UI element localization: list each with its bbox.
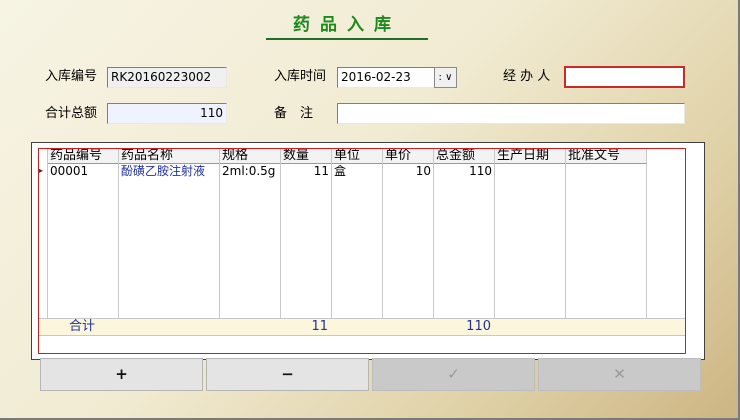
- in-no-field[interactable]: RK20160223002: [107, 67, 227, 88]
- handler-field[interactable]: [564, 66, 685, 88]
- col-header-price[interactable]: 单价: [383, 148, 433, 164]
- total-label: 合计总额: [45, 106, 98, 121]
- table-cell-prod-date[interactable]: [495, 164, 565, 178]
- in-time-label: 入库时间: [274, 69, 327, 84]
- col-header-name[interactable]: 药品名称: [119, 148, 219, 164]
- stock-in-window: 药品入库 入库编号 RK20160223002 入库时间 2016-02-23 …: [0, 0, 740, 420]
- col-header-code[interactable]: 药品编号: [48, 148, 118, 164]
- remark-field[interactable]: [337, 103, 685, 124]
- table-cell-unit[interactable]: 盒: [332, 164, 382, 178]
- form-title: 药品入库: [293, 15, 401, 35]
- table-cell-name[interactable]: 酚磺乙胺注射液: [119, 164, 219, 178]
- summary-qty: 11: [311, 319, 328, 334]
- cancel-button[interactable]: ✕: [538, 358, 701, 391]
- col-header-unit[interactable]: 单位: [332, 148, 382, 164]
- table-cell-approval[interactable]: [566, 164, 646, 178]
- remark-label: 备 注: [274, 106, 314, 121]
- grid-line: [646, 148, 647, 336]
- confirm-button[interactable]: ✓: [372, 358, 535, 391]
- total-field[interactable]: 110: [107, 103, 227, 124]
- add-row-button[interactable]: +: [40, 358, 203, 391]
- row-indicator-icon: ▸: [39, 166, 44, 175]
- title-underline: [266, 38, 428, 40]
- summary-label: 合计: [69, 319, 96, 334]
- handler-label: 经 办 人: [503, 69, 551, 84]
- table-cell-code[interactable]: 00001: [48, 164, 118, 178]
- col-header-approval[interactable]: 批准文号: [566, 148, 646, 164]
- table-cell-amount[interactable]: 110: [434, 164, 494, 178]
- in-no-label: 入库编号: [45, 69, 98, 84]
- table-cell-price[interactable]: 10: [383, 164, 433, 178]
- col-header-prod-date[interactable]: 生产日期: [495, 148, 565, 164]
- date-dropdown-button[interactable]: : ∨: [434, 67, 457, 88]
- chevron-down-icon: ∨: [445, 72, 453, 83]
- col-header-qty[interactable]: 数量: [281, 148, 331, 164]
- col-header-spec[interactable]: 规格: [220, 148, 280, 164]
- in-time-field[interactable]: 2016-02-23: [337, 67, 435, 88]
- table-cell-qty[interactable]: 11: [281, 164, 331, 178]
- col-header-amount[interactable]: 总金额: [434, 148, 494, 164]
- remove-row-button[interactable]: −: [206, 358, 369, 391]
- summary-row: [39, 318, 685, 336]
- summary-amount: 110: [466, 319, 491, 334]
- dropdown-separator: :: [438, 72, 442, 83]
- table-cell-spec[interactable]: 2ml:0.5g: [220, 164, 280, 178]
